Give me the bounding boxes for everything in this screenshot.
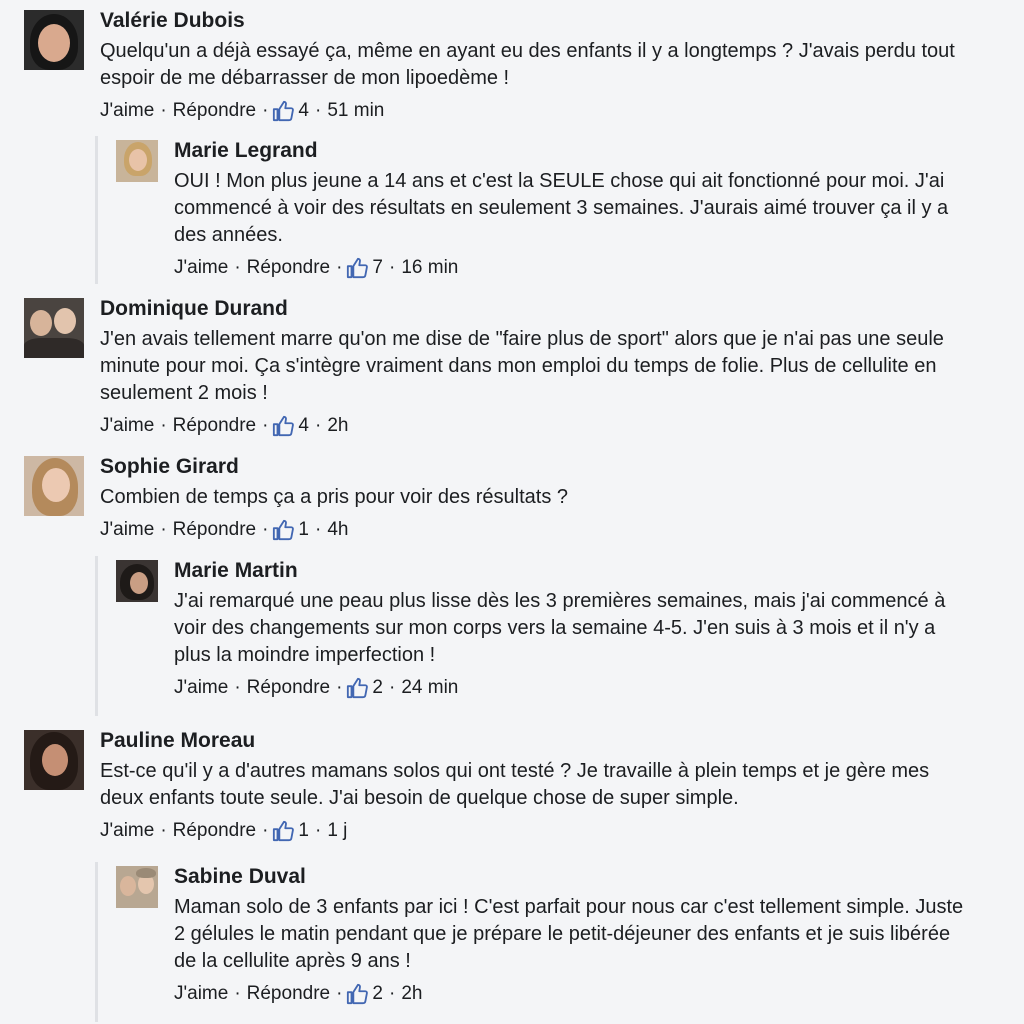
reply: Sabine Duval Maman solo de 3 enfants par…	[116, 864, 974, 1006]
comment: Pauline Moreau Est-ce qu'il y a d'autres…	[24, 728, 970, 843]
reply-thread-line	[95, 136, 98, 284]
avatar[interactable]	[24, 10, 84, 70]
like-link[interactable]: J'aime	[174, 982, 228, 1006]
timestamp[interactable]: 2h	[327, 414, 348, 438]
like-count: 1	[298, 820, 309, 841]
reply-thread-line	[95, 556, 98, 716]
like-count: 4	[298, 100, 309, 121]
thumbs-up-icon	[273, 820, 295, 842]
comment: Dominique Durand J'en avais tellement ma…	[24, 296, 970, 438]
timestamp[interactable]: 2h	[401, 982, 422, 1006]
comment-actions: J'aime · Répondre · 7 · 16 min	[174, 256, 459, 280]
avatar[interactable]	[24, 298, 84, 358]
like-count: 2	[372, 983, 383, 1004]
comment: Valérie Dubois Quelqu'un a déjà essayé ç…	[24, 8, 970, 123]
commenter-name[interactable]: Marie Martin	[174, 558, 974, 584]
comment-text: OUI ! Mon plus jeune a 14 ans et c'est l…	[174, 170, 949, 246]
like-count: 7	[372, 257, 383, 278]
comment-actions: J'aime · Répondre · 1 · 1 j	[100, 819, 348, 843]
reply-link[interactable]: Répondre	[173, 99, 256, 123]
thumbs-up-icon	[347, 983, 369, 1005]
timestamp[interactable]: 51 min	[327, 99, 384, 123]
like-count: 2	[372, 677, 383, 698]
avatar[interactable]	[116, 866, 158, 908]
comment-text: J'ai remarqué une peau plus lisse dès le…	[174, 590, 946, 666]
thumbs-up-icon	[273, 415, 295, 437]
reply-link[interactable]: Répondre	[247, 256, 330, 280]
reply-link[interactable]: Répondre	[173, 819, 256, 843]
commenter-name[interactable]: Sabine Duval	[174, 864, 974, 890]
comment-text: Quelqu'un a déjà essayé ça, même en ayan…	[100, 40, 955, 89]
timestamp[interactable]: 1 j	[327, 819, 347, 843]
reply-thread-line	[95, 862, 98, 1022]
thumbs-up-icon	[347, 257, 369, 279]
reply-link[interactable]: Répondre	[247, 982, 330, 1006]
like-link[interactable]: J'aime	[174, 676, 228, 700]
thumbs-up-icon	[347, 677, 369, 699]
avatar[interactable]	[24, 456, 84, 516]
like-link[interactable]: J'aime	[100, 99, 154, 123]
timestamp[interactable]: 16 min	[401, 256, 458, 280]
comment-actions: J'aime · Répondre · 2 · 24 min	[174, 676, 459, 700]
comment-actions: J'aime · Répondre · 1 · 4h	[100, 518, 349, 542]
commenter-name[interactable]: Valérie Dubois	[100, 8, 970, 34]
reply: Marie Legrand OUI ! Mon plus jeune a 14 …	[116, 138, 974, 280]
commenter-name[interactable]: Sophie Girard	[100, 454, 970, 480]
like-link[interactable]: J'aime	[100, 819, 154, 843]
comment-text: Maman solo de 3 enfants par ici ! C'est …	[174, 896, 964, 972]
comment-text: Est-ce qu'il y a d'autres mamans solos q…	[100, 760, 930, 809]
reply-link[interactable]: Répondre	[173, 414, 256, 438]
reply-link[interactable]: Répondre	[173, 518, 256, 542]
comment-actions: J'aime · Répondre · 2 · 2h	[174, 982, 423, 1006]
reply: Marie Martin J'ai remarqué une peau plus…	[116, 558, 974, 700]
like-count: 4	[298, 415, 309, 436]
comment-actions: J'aime · Répondre · 4 · 2h	[100, 414, 349, 438]
reply-link[interactable]: Répondre	[247, 676, 330, 700]
comment-actions: J'aime · Répondre · 4 · 51 min	[100, 99, 385, 123]
avatar[interactable]	[24, 730, 84, 790]
like-count: 1	[298, 519, 309, 540]
avatar[interactable]	[116, 560, 158, 602]
avatar[interactable]	[116, 140, 158, 182]
like-link[interactable]: J'aime	[174, 256, 228, 280]
commenter-name[interactable]: Dominique Durand	[100, 296, 970, 322]
comment: Sophie Girard Combien de temps ça a pris…	[24, 454, 970, 542]
commenter-name[interactable]: Pauline Moreau	[100, 728, 970, 754]
comment-text: Combien de temps ça a pris pour voir des…	[100, 486, 568, 508]
commenter-name[interactable]: Marie Legrand	[174, 138, 974, 164]
thumbs-up-icon	[273, 519, 295, 541]
timestamp[interactable]: 24 min	[401, 676, 458, 700]
like-link[interactable]: J'aime	[100, 414, 154, 438]
comment-text: J'en avais tellement marre qu'on me dise…	[100, 328, 944, 404]
like-link[interactable]: J'aime	[100, 518, 154, 542]
timestamp[interactable]: 4h	[327, 518, 348, 542]
thumbs-up-icon	[273, 100, 295, 122]
